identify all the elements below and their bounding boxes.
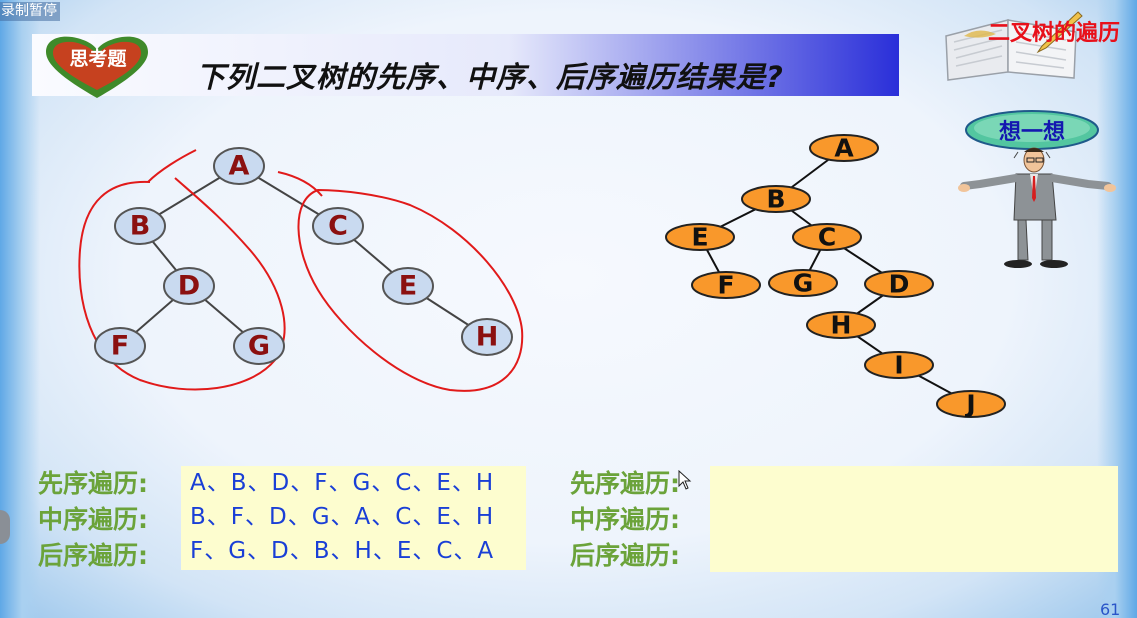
node-label: D [889,270,910,299]
slide: 思考题 下列二叉树的先序、中序、后序遍历结果是? 二叉树的遍历 A B C D … [0,0,1137,618]
node-label: G [793,269,814,298]
preorder-label: 先序遍历: [38,469,148,498]
node-label: J [964,390,975,419]
node-label: I [894,351,903,380]
node-label: E [691,223,708,252]
page-number: 61 [1100,600,1121,618]
right-answer-box[interactable] [710,466,1118,572]
node-label: B [130,211,151,242]
preorder-answer: A、B、D、F、G、C、E、H [190,470,495,496]
node-label: E [399,271,417,302]
node-label: A [229,151,250,182]
right-traversal-labels: 先序遍历: 中序遍历: 后序遍历: [570,466,680,574]
side-toolbar-handle[interactable] [0,510,10,544]
node-label: F [111,331,129,362]
node-label: H [476,322,499,353]
node-label: F [717,271,734,300]
node-label: H [831,311,852,340]
node-label: A [834,134,854,163]
node-label: D [178,271,200,302]
mouse-cursor-icon [678,470,692,490]
postorder-answer: F、G、D、B、H、E、C、A [190,538,495,564]
preorder-label: 先序遍历: [570,469,680,498]
node-label: C [328,211,348,242]
inorder-label: 中序遍历: [38,505,148,534]
node-label: B [766,185,785,214]
left-answer-box: A、B、D、F、G、C、E、H B、F、D、G、A、C、E、H F、G、D、B、… [181,466,526,570]
subtree-circle-annotations [78,149,524,392]
postorder-label: 后序遍历: [570,541,680,570]
think-bubble-label: 想一想 [998,120,1065,145]
left-traversal-labels: 先序遍历: 中序遍历: 后序遍历: [38,466,148,574]
postorder-label: 后序遍历: [38,541,148,570]
recording-status: 录制暂停 [0,2,60,21]
inorder-label: 中序遍历: [570,505,680,534]
inorder-answer: B、F、D、G、A、C、E、H [190,504,495,530]
node-label: G [248,331,270,362]
node-label: C [818,223,836,252]
